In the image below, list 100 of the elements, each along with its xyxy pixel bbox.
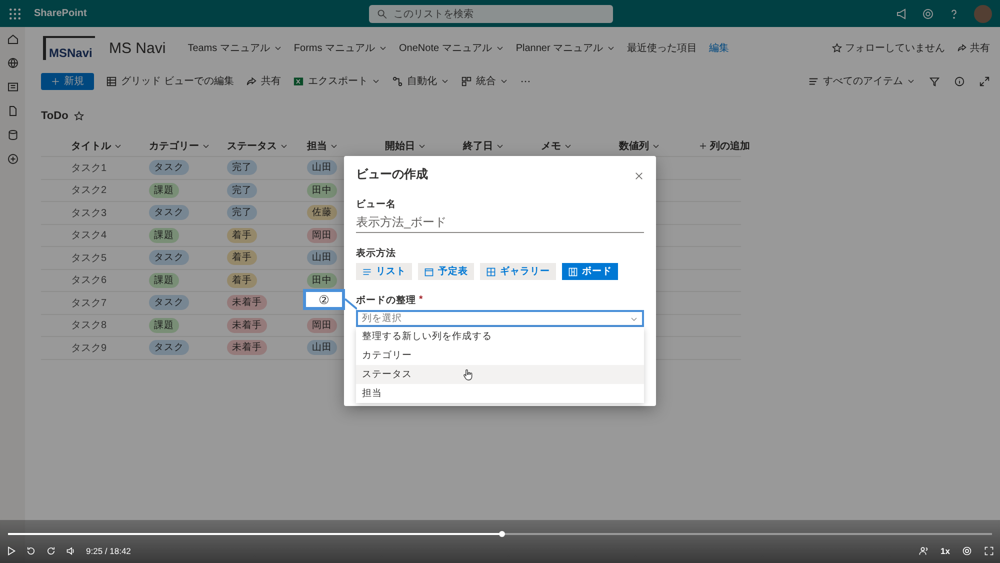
tag: タスク: [149, 205, 189, 220]
lines-icon: [808, 76, 819, 86]
search-icon: [377, 8, 388, 18]
field-label: ビュー名: [356, 198, 397, 211]
required-mark: *: [419, 294, 423, 307]
tag: 完了: [227, 160, 257, 176]
search-field[interactable]: このリストを検索: [369, 4, 614, 22]
settings-icon[interactable]: [922, 8, 934, 20]
fullscreen-icon[interactable]: [984, 546, 994, 556]
dropdown-field[interactable]: 列を選択: [356, 310, 644, 327]
command-button[interactable]: 自動化: [392, 74, 449, 88]
forward-icon[interactable]: [46, 546, 56, 556]
table-cell-text: タスク3: [71, 206, 108, 220]
dropdown-option[interactable]: 担当: [356, 384, 644, 403]
apps-icon: [460, 76, 472, 86]
command-button[interactable]: エクスポート: [292, 74, 380, 88]
close-icon: [634, 171, 644, 181]
table-cell-text: タスク1: [71, 162, 108, 175]
column-header[interactable]: 数値列: [619, 138, 699, 152]
favorite-star-icon[interactable]: [74, 111, 84, 121]
nav-item[interactable]: Planner マニュアル: [516, 41, 616, 55]
playback-speed-button[interactable]: 1x: [940, 546, 950, 556]
nav-item[interactable]: OneNote マニュアル: [399, 41, 504, 55]
grid-icon: [106, 76, 117, 86]
tag: 着手: [227, 250, 257, 266]
column-header[interactable]: タイトル: [71, 138, 149, 152]
chevron-down-icon: [379, 44, 388, 52]
add-icon[interactable]: [6, 153, 18, 165]
flow-icon: [392, 76, 403, 86]
star-icon: [832, 43, 842, 53]
app-name[interactable]: SharePoint: [34, 8, 87, 19]
volume-icon[interactable]: [66, 546, 76, 556]
table-cell-text: タスク4: [71, 229, 108, 242]
follow-button[interactable]: フォローしていません: [832, 41, 945, 55]
board-icon: [568, 266, 578, 276]
tag: 課題: [149, 182, 179, 198]
tag: 岡田: [307, 318, 337, 333]
command-button[interactable]: グリッド ビューでの編集: [106, 74, 234, 88]
expand-icon[interactable]: [979, 76, 990, 86]
column-header[interactable]: 開始日: [385, 138, 463, 152]
calendar-icon: [424, 266, 434, 276]
news-icon[interactable]: [6, 81, 18, 93]
column-header[interactable]: メモ: [541, 138, 619, 152]
people-icon[interactable]: [918, 546, 929, 556]
site-logo[interactable]: MSNavi: [43, 36, 95, 60]
command-button[interactable]: 統合: [460, 74, 508, 88]
plus-icon: [51, 76, 60, 86]
tag: 山田: [307, 160, 337, 176]
database-icon[interactable]: [6, 129, 18, 141]
megaphone-icon[interactable]: [896, 8, 908, 20]
rewind-icon[interactable]: [26, 546, 36, 556]
dropdown-option[interactable]: 整理する新しい列を作成する: [356, 327, 644, 346]
settings-icon[interactable]: [962, 546, 972, 556]
list-title: ToDo: [41, 110, 68, 122]
info-icon[interactable]: [954, 76, 965, 86]
layout-button[interactable]: リスト: [356, 263, 412, 280]
app-launcher-icon[interactable]: [8, 6, 22, 20]
play-icon[interactable]: [6, 546, 16, 556]
nav-item[interactable]: Teams マニュアル: [188, 41, 282, 55]
table-cell-text: タスク5: [71, 252, 108, 265]
add-column-button[interactable]: 列の追加: [699, 138, 799, 152]
edit-link[interactable]: 編集: [709, 41, 730, 55]
tag: 田中: [307, 182, 337, 198]
dropdown-option[interactable]: ステータス: [356, 365, 644, 384]
column-header[interactable]: 担当: [307, 138, 385, 152]
table-cell-text: タスク8: [71, 319, 108, 332]
command-button[interactable]: 共有: [246, 74, 281, 88]
nav-item[interactable]: Forms マニュアル: [294, 41, 388, 55]
input-field[interactable]: 表示方法_ボード: [356, 213, 644, 233]
hand-cursor-icon: [462, 368, 473, 381]
column-header[interactable]: 終了日: [463, 138, 541, 152]
dialog-title: ビューの作成: [356, 166, 428, 182]
new-button[interactable]: 新規: [41, 72, 94, 90]
plus-icon: [699, 142, 707, 150]
site-title[interactable]: MS Navi: [109, 40, 166, 56]
field-label: 表示方法: [356, 247, 397, 260]
filter-icon[interactable]: [929, 76, 940, 86]
view-selector[interactable]: すべてのアイテム: [808, 74, 915, 88]
dropdown-option[interactable]: カテゴリー: [356, 346, 644, 365]
nav-item[interactable]: 最近使った項目: [627, 41, 698, 55]
globe-icon[interactable]: [6, 57, 18, 69]
tag: 完了: [227, 205, 257, 220]
tag: 未着手: [227, 340, 267, 356]
field-label: ボードの整理: [356, 294, 416, 307]
tag: タスク: [149, 340, 189, 356]
layout-button[interactable]: 予定表: [418, 263, 474, 280]
document-icon[interactable]: [6, 105, 18, 117]
chevron-down-icon: [274, 44, 282, 52]
column-header[interactable]: カテゴリー: [149, 138, 227, 152]
tag: 未着手: [227, 318, 267, 333]
progress-handle[interactable]: [498, 531, 505, 537]
tag: 完了: [227, 182, 257, 198]
grid-icon: [486, 266, 496, 276]
home-icon[interactable]: [6, 33, 18, 45]
layout-button[interactable]: ギャラリー: [480, 263, 556, 280]
column-header[interactable]: ステータス: [227, 138, 307, 152]
tag: タスク: [149, 250, 189, 266]
layout-button[interactable]: ボード: [562, 263, 618, 280]
share-button[interactable]: 共有: [957, 41, 990, 55]
tag: 田中: [307, 272, 337, 288]
